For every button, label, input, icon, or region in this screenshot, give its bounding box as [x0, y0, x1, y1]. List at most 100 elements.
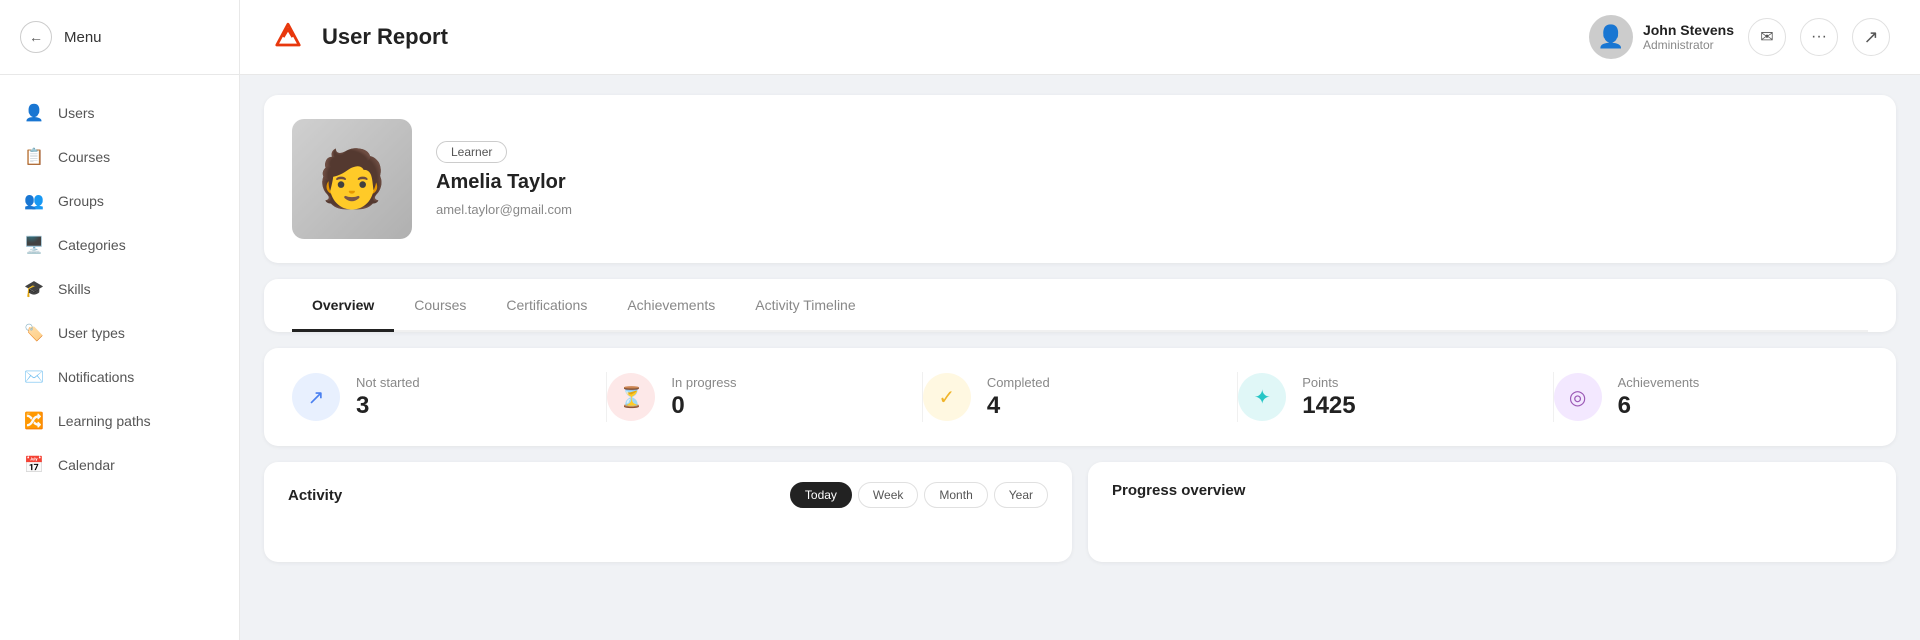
time-pill-month[interactable]: Month [924, 482, 987, 508]
sidebar-header: ← Menu [0, 0, 239, 75]
calendar-icon: 📅 [24, 455, 44, 475]
export-icon: ↗ [1863, 27, 1878, 48]
stat-item-in-progress: ⏳ In progress 0 [607, 373, 921, 421]
time-pill-year[interactable]: Year [994, 482, 1048, 508]
stat-label-not-started: Not started [356, 375, 420, 390]
in-progress-icon: ⏳ [607, 373, 655, 421]
activity-header: Activity TodayWeekMonth Year [288, 482, 1048, 508]
stat-label-completed: Completed [987, 375, 1050, 390]
sidebar: ← Menu 👤 Users 📋 Courses 👥 Groups 🖥️ Cat… [0, 0, 240, 640]
sidebar-nav: 👤 Users 📋 Courses 👥 Groups 🖥️ Categories… [0, 75, 239, 640]
app-logo [270, 19, 306, 55]
points-icon: ✦ [1238, 373, 1286, 421]
courses-icon: 📋 [24, 147, 44, 167]
stat-value-not-started: 3 [356, 392, 420, 420]
tabs-card: OverviewCoursesCertificationsAchievement… [264, 279, 1896, 332]
profile-photo: 🧑 [292, 119, 412, 239]
mail-button[interactable]: ✉ [1748, 18, 1786, 56]
stat-item-not-started: ↗ Not started 3 [292, 373, 606, 421]
avatar: 👤 [1589, 15, 1633, 59]
stat-value-completed: 4 [987, 392, 1050, 420]
sidebar-item-categories[interactable]: 🖥️ Categories [0, 223, 239, 267]
time-pill-today[interactable]: Today [790, 482, 852, 508]
export-button[interactable]: ↗ [1852, 18, 1890, 56]
mail-icon: ✉ [1760, 27, 1773, 47]
groups-icon: 👥 [24, 191, 44, 211]
role-badge: Learner [436, 141, 507, 163]
skills-icon: 🎓 [24, 279, 44, 299]
learning-paths-icon: 🔀 [24, 411, 44, 431]
sidebar-item-calendar[interactable]: 📅 Calendar [0, 443, 239, 487]
activity-card: Activity TodayWeekMonth Year [264, 462, 1072, 562]
profile-photo-placeholder: 🧑 [292, 119, 412, 239]
stat-label-in-progress: In progress [671, 375, 736, 390]
tabs: OverviewCoursesCertificationsAchievement… [292, 279, 1868, 332]
topbar: User Report 👤 John Stevens Administrator… [240, 0, 1920, 75]
sidebar-item-label-calendar: Calendar [58, 457, 115, 473]
sidebar-item-users[interactable]: 👤 Users [0, 91, 239, 135]
sidebar-item-label-learning-paths: Learning paths [58, 413, 151, 429]
activity-title: Activity [288, 487, 342, 504]
sidebar-item-label-skills: Skills [58, 281, 91, 297]
stat-item-completed: ✓ Completed 4 [923, 373, 1237, 421]
sidebar-item-user-types[interactable]: 🏷️ User types [0, 311, 239, 355]
content-area: 🧑 Learner Amelia Taylor amel.taylor@gmai… [240, 75, 1920, 640]
stat-text-in-progress: In progress 0 [671, 375, 736, 420]
back-button[interactable]: ← [20, 21, 52, 53]
user-name: John Stevens [1643, 22, 1734, 38]
stat-item-achievements: ◎ Achievements 6 [1554, 373, 1868, 421]
progress-card: Progress overview [1088, 462, 1896, 562]
profile-card: 🧑 Learner Amelia Taylor amel.taylor@gmai… [264, 95, 1896, 263]
time-pill-week[interactable]: Week [858, 482, 918, 508]
not-started-icon: ↗ [292, 373, 340, 421]
stat-text-not-started: Not started 3 [356, 375, 420, 420]
profile-name: Amelia Taylor [436, 171, 572, 194]
tab-certifications[interactable]: Certifications [486, 279, 607, 332]
stat-text-achievements: Achievements 6 [1618, 375, 1700, 420]
tab-courses[interactable]: Courses [394, 279, 486, 332]
user-details: John Stevens Administrator [1643, 22, 1734, 52]
sidebar-item-groups[interactable]: 👥 Groups [0, 179, 239, 223]
sidebar-item-label-users: Users [58, 105, 95, 121]
main-area: User Report 👤 John Stevens Administrator… [240, 0, 1920, 640]
profile-email: amel.taylor@gmail.com [436, 202, 572, 217]
sidebar-item-skills[interactable]: 🎓 Skills [0, 267, 239, 311]
more-icon: ··· [1811, 28, 1827, 46]
stat-value-achievements: 6 [1618, 392, 1700, 420]
stat-text-completed: Completed 4 [987, 375, 1050, 420]
notifications-icon: ✉️ [24, 367, 44, 387]
profile-info: Learner Amelia Taylor amel.taylor@gmail.… [436, 141, 572, 217]
stat-label-points: Points [1302, 375, 1355, 390]
tab-achievements[interactable]: Achievements [607, 279, 735, 332]
progress-title: Progress overview [1112, 482, 1245, 499]
sidebar-item-label-groups: Groups [58, 193, 104, 209]
topbar-actions: 👤 John Stevens Administrator ✉ ··· ↗ [1589, 15, 1890, 59]
sidebar-item-notifications[interactable]: ✉️ Notifications [0, 355, 239, 399]
bottom-row: Activity TodayWeekMonth Year Progress ove… [264, 462, 1896, 562]
back-icon: ← [29, 29, 43, 45]
stats-card: ↗ Not started 3 ⏳ In progress 0 ✓ Comple… [264, 348, 1896, 446]
sidebar-item-courses[interactable]: 📋 Courses [0, 135, 239, 179]
stat-label-achievements: Achievements [1618, 375, 1700, 390]
sidebar-item-label-categories: Categories [58, 237, 126, 253]
more-button[interactable]: ··· [1800, 18, 1838, 56]
tab-activity-timeline[interactable]: Activity Timeline [735, 279, 875, 332]
time-pills: TodayWeekMonth Year [790, 482, 1048, 508]
sidebar-item-label-user-types: User types [58, 325, 125, 341]
users-icon: 👤 [24, 103, 44, 123]
tab-overview[interactable]: Overview [292, 279, 394, 332]
stat-item-points: ✦ Points 1425 [1238, 373, 1552, 421]
sidebar-item-learning-paths[interactable]: 🔀 Learning paths [0, 399, 239, 443]
sidebar-item-label-notifications: Notifications [58, 369, 134, 385]
categories-icon: 🖥️ [24, 235, 44, 255]
user-types-icon: 🏷️ [24, 323, 44, 343]
menu-label: Menu [64, 29, 102, 46]
page-title: User Report [322, 24, 1573, 50]
sidebar-item-label-courses: Courses [58, 149, 110, 165]
stat-text-points: Points 1425 [1302, 375, 1355, 420]
achievements-icon: ◎ [1554, 373, 1602, 421]
completed-icon: ✓ [923, 373, 971, 421]
stat-value-points: 1425 [1302, 392, 1355, 420]
stat-value-in-progress: 0 [671, 392, 736, 420]
user-role: Administrator [1643, 38, 1734, 52]
